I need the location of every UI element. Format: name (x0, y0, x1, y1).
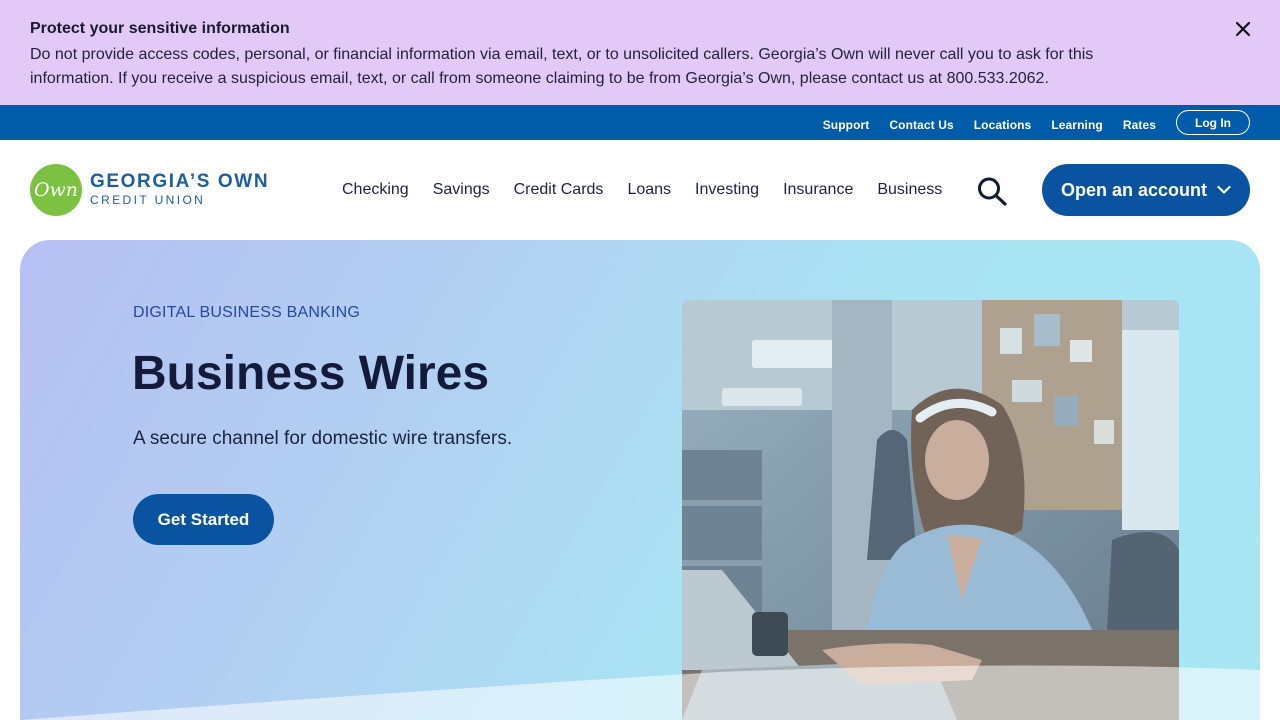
log-in-button[interactable]: Log In (1176, 110, 1250, 135)
nav-item-checking[interactable]: Checking (342, 180, 409, 200)
security-alert-banner: Protect your sensitive information Do no… (0, 0, 1280, 105)
main-navigation: Own GEORGIA’S OWN CREDIT UNION Checking … (0, 140, 1280, 240)
alert-message: Do not provide access codes, personal, o… (30, 46, 1094, 87)
open-account-label: Open an account (1060, 179, 1208, 200)
hero-section: DIGITAL BUSINESS BANKING Business Wires … (20, 240, 1260, 720)
brand-logo[interactable]: Own GEORGIA’S OWN CREDIT UNION (30, 164, 269, 216)
logo-mark: Own (30, 164, 82, 216)
nav-item-insurance[interactable]: Insurance (783, 180, 853, 200)
nav-item-loans[interactable]: Loans (627, 180, 671, 200)
logo-name: GEORGIA’S OWN (90, 171, 270, 192)
nav-item-business[interactable]: Business (877, 180, 942, 200)
utility-links: Support Contact Us Locations Learning Ra… (803, 105, 1280, 140)
chevron-down-icon (1217, 185, 1231, 194)
nav-item-investing[interactable]: Investing (695, 180, 759, 200)
logo-wordmark: GEORGIA’S OWN CREDIT UNION (90, 172, 269, 208)
primary-nav: Checking Savings Credit Cards Loans Inve… (342, 180, 966, 200)
utility-link-contact-us[interactable]: Contact Us (889, 114, 953, 132)
utility-link-locations[interactable]: Locations (974, 114, 1032, 132)
utility-bar: Support Contact Us Locations Learning Ra… (0, 105, 1280, 140)
logo-subname: CREDIT UNION (90, 193, 206, 207)
utility-link-rates[interactable]: Rates (1123, 114, 1156, 132)
nav-item-credit-cards[interactable]: Credit Cards (514, 180, 604, 200)
nav-item-savings[interactable]: Savings (433, 180, 490, 200)
close-icon[interactable] (1232, 18, 1254, 40)
search-icon[interactable] (976, 176, 1008, 206)
utility-link-learning[interactable]: Learning (1051, 114, 1102, 132)
open-account-button[interactable]: Open an account (1042, 164, 1250, 216)
utility-link-support[interactable]: Support (823, 114, 870, 132)
alert-title: Protect your sensitive information (30, 20, 290, 37)
hero-wave-divider (20, 665, 1260, 720)
